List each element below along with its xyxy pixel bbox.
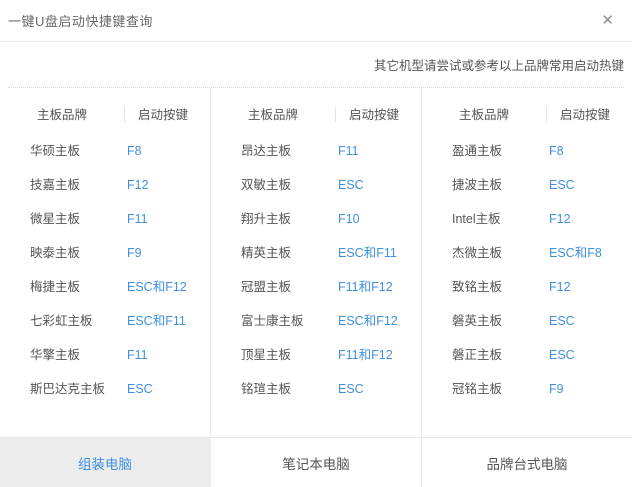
key-cell: ESC: [338, 382, 364, 396]
table-row: 映泰主板 F9: [0, 236, 210, 270]
key-cell: F8: [127, 144, 142, 158]
table-row: 微星主板 F11: [0, 202, 210, 236]
table-row: 翔升主板 F10: [211, 202, 421, 236]
brand-cell: 盈通主板: [452, 144, 503, 158]
brand-cell: 磐英主板: [452, 314, 503, 328]
tab-laptop[interactable]: 笔记本电脑: [210, 438, 421, 487]
title-bar: 一键U盘启动快捷键查询 ✕: [0, 0, 632, 42]
key-cell: ESC: [127, 382, 153, 396]
table-header-row: 主板品牌 启动按键: [211, 100, 421, 130]
table-row: 捷波主板 ESC: [422, 168, 632, 202]
key-cell: ESC和F12: [127, 280, 187, 294]
key-cell: ESC和F8: [549, 246, 602, 260]
brand-cell: 华擎主板: [30, 348, 81, 362]
table-row: 冠铭主板 F9: [422, 372, 632, 406]
key-cell: ESC和F12: [338, 314, 398, 328]
key-cell: F10: [338, 212, 360, 226]
brand-cell: 华硕主板: [30, 144, 81, 158]
hint-row: 其它机型请尝试或参考以上品牌常用启动热键: [8, 42, 624, 88]
close-icon[interactable]: ✕: [597, 11, 618, 30]
brand-cell: 铭瑄主板: [241, 382, 292, 396]
table-row: 华硕主板 F8: [0, 134, 210, 168]
table-row: 致铭主板 F12: [422, 270, 632, 304]
table-row: 精英主板 ESC和F11: [211, 236, 421, 270]
table-row: 铭瑄主板 ESC: [211, 372, 421, 406]
table-row: 磐正主板 ESC: [422, 338, 632, 372]
brand-cell: 捷波主板: [452, 178, 503, 192]
brand-cell: 昂达主板: [241, 144, 292, 158]
brand-cell: 双敏主板: [241, 178, 292, 192]
hotkey-query-dialog: 一键U盘启动快捷键查询 ✕ 其它机型请尝试或参考以上品牌常用启动热键 主板品牌 启…: [0, 0, 632, 487]
table-row: Intel主板 F12: [422, 202, 632, 236]
table-row: 盈通主板 F8: [422, 134, 632, 168]
key-cell: F12: [127, 178, 149, 192]
table-header-row: 主板品牌 启动按键: [0, 100, 210, 130]
table-row: 七彩虹主板 ESC和F11: [0, 304, 210, 338]
column-header-brand: 主板品牌: [459, 108, 510, 122]
table-column-group-3: 主板品牌 启动按键盈通主板 F8 捷波主板 ESC Intel主板 F12 杰微主板 ESC和F…: [421, 88, 632, 437]
column-header-brand: 主板品牌: [248, 108, 299, 122]
brand-cell: 微星主板: [30, 212, 81, 226]
bottom-tabs: 组装电脑 笔记本电脑 品牌台式电脑: [0, 437, 632, 487]
table-row: 磐英主板 ESC: [422, 304, 632, 338]
brand-cell: 富士康主板: [241, 314, 304, 328]
column-header-brand: 主板品牌: [37, 108, 88, 122]
key-cell: F11: [127, 212, 148, 226]
tab-assembled-pc[interactable]: 组装电脑: [0, 438, 210, 487]
table-header-row: 主板品牌 启动按键: [422, 100, 632, 130]
brand-cell: 致铭主板: [452, 280, 503, 294]
brand-cell: Intel主板: [452, 212, 501, 226]
brand-cell: 映泰主板: [30, 246, 81, 260]
brand-cell: 顶星主板: [241, 348, 292, 362]
key-cell: F9: [127, 246, 142, 260]
brand-cell: 翔升主板: [241, 212, 292, 226]
brand-cell: 磐正主板: [452, 348, 503, 362]
window-title: 一键U盘启动快捷键查询: [8, 14, 153, 29]
table-row: 昂达主板 F11: [211, 134, 421, 168]
key-cell: ESC: [549, 348, 575, 362]
key-cell: ESC: [338, 178, 364, 192]
brand-cell: 梅捷主板: [30, 280, 81, 294]
table-row: 技嘉主板 F12: [0, 168, 210, 202]
brand-cell: 七彩虹主板: [30, 314, 93, 328]
key-cell: ESC: [549, 314, 575, 328]
brand-cell: 冠盟主板: [241, 280, 292, 294]
column-header-key: 启动按键: [138, 108, 189, 122]
table-row: 斯巴达克主板 ESC: [0, 372, 210, 406]
table-row: 冠盟主板 F11和F12: [211, 270, 421, 304]
table-row: 双敏主板 ESC: [211, 168, 421, 202]
key-cell: ESC和F11: [338, 246, 397, 260]
key-cell: F9: [549, 382, 564, 396]
key-cell: F11: [338, 144, 359, 158]
brand-cell: 冠铭主板: [452, 382, 503, 396]
hotkey-table: 主板品牌 启动按键华硕主板 F8 技嘉主板 F12 微星主板 F11 映泰主板 F9 梅捷主板 ES…: [0, 88, 632, 437]
key-cell: ESC: [549, 178, 575, 192]
column-header-key: 启动按键: [560, 108, 611, 122]
hint-text: 其它机型请尝试或参考以上品牌常用启动热键: [373, 59, 624, 73]
table-column-group-1: 主板品牌 启动按键华硕主板 F8 技嘉主板 F12 微星主板 F11 映泰主板 F9 梅捷主板 ES…: [0, 88, 210, 437]
column-header-key: 启动按键: [349, 108, 400, 122]
key-cell: F12: [549, 212, 571, 226]
brand-cell: 杰微主板: [452, 246, 503, 260]
table-row: 杰微主板 ESC和F8: [422, 236, 632, 270]
brand-cell: 斯巴达克主板: [30, 382, 106, 396]
table-row: 华擎主板 F11: [0, 338, 210, 372]
key-cell: F11和F12: [338, 348, 393, 362]
table-row: 顶星主板 F11和F12: [211, 338, 421, 372]
key-cell: F12: [549, 280, 571, 294]
key-cell: ESC和F11: [127, 314, 186, 328]
key-cell: F11: [127, 348, 148, 362]
table-row: 梅捷主板 ESC和F12: [0, 270, 210, 304]
key-cell: F11和F12: [338, 280, 393, 294]
table-row: 富士康主板 ESC和F12: [211, 304, 421, 338]
tab-brand-desktop[interactable]: 品牌台式电脑: [421, 438, 632, 487]
brand-cell: 技嘉主板: [30, 178, 81, 192]
table-column-group-2: 主板品牌 启动按键昂达主板 F11 双敏主板 ESC 翔升主板 F10 精英主板 ESC和F11…: [210, 88, 421, 437]
brand-cell: 精英主板: [241, 246, 292, 260]
key-cell: F8: [549, 144, 564, 158]
